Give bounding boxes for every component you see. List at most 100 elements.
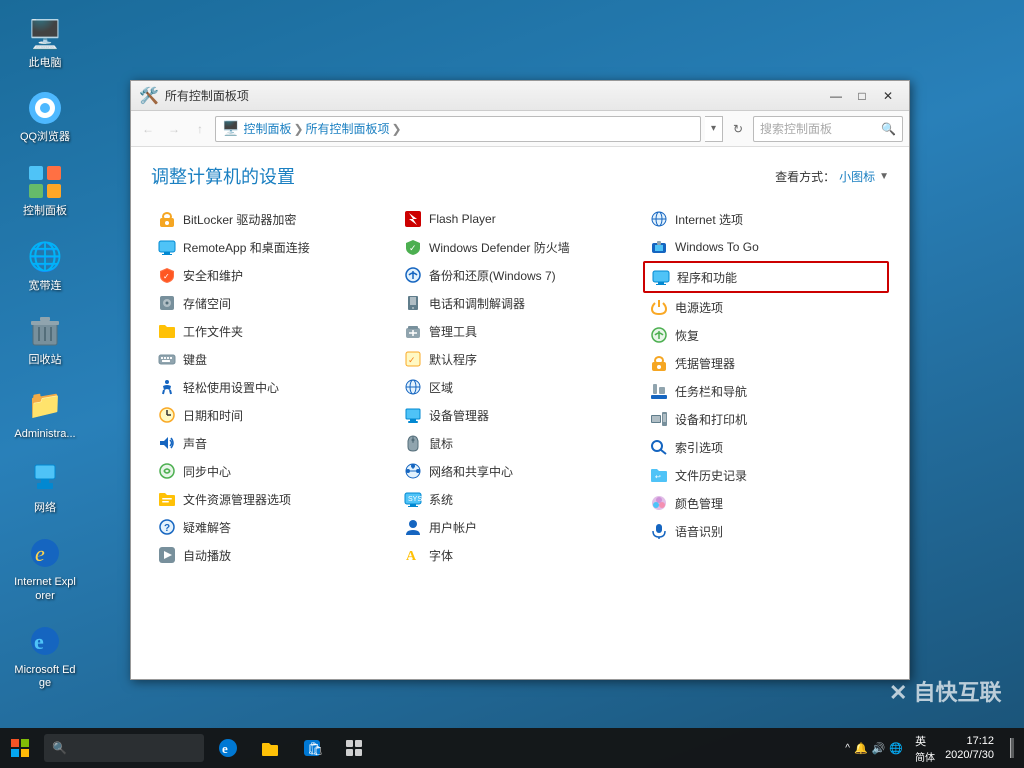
item-fileexplorer[interactable]: 文件资源管理器选项 (151, 485, 397, 513)
taskbar-explorer[interactable] (250, 728, 290, 768)
item-useraccount[interactable]: 用户帐户 (397, 513, 643, 541)
item-colormgmt[interactable]: 颜色管理 (643, 489, 889, 517)
item-sound[interactable]: 声音 (151, 429, 397, 457)
desktop-icon-ie[interactable]: e Internet Explorer (10, 529, 80, 606)
item-speech[interactable]: 语音识别 (643, 517, 889, 545)
item-backup[interactable]: 备份和还原(Windows 7) (397, 261, 643, 289)
item-flashplayer[interactable]: Flash Player (397, 205, 643, 233)
item-security[interactable]: ✓ 安全和维护 (151, 261, 397, 289)
path-all-items[interactable]: 所有控制面板项 (306, 120, 390, 137)
item-storage[interactable]: 存储空间 (151, 289, 397, 317)
control-items-grid: BitLocker 驱动器加密 RemoteApp 和桌面连接 ✓ 安全和维护 (151, 205, 889, 569)
taskbar-tray: ^ 🔔 🔊 🌐 (837, 742, 911, 755)
tray-network[interactable]: 🌐 (889, 742, 903, 755)
taskbar-time[interactable]: 17:12 2020/7/30 (939, 734, 1000, 763)
address-dropdown-button[interactable]: ▾ (705, 116, 723, 142)
item-keyboard[interactable]: 键盘 (151, 345, 397, 373)
item-programs[interactable]: 程序和功能 (643, 261, 889, 293)
search-box[interactable]: 搜索控制面板 🔍 (753, 116, 903, 142)
recycle-bin-label: 回收站 (29, 354, 62, 367)
window-title-icon: 🛠️ (139, 86, 159, 106)
item-network-share[interactable]: 网络和共享中心 (397, 457, 643, 485)
item-default[interactable]: ✓ 默认程序 (397, 345, 643, 373)
desktop-icon-qq-browser[interactable]: QQ浏览器 (10, 84, 80, 148)
desktop-icon-edge[interactable]: e Microsoft Edge (10, 617, 80, 694)
broadband-label: 宽带连 (29, 280, 62, 293)
close-button[interactable]: ✕ (875, 86, 901, 106)
item-devmgr[interactable]: 设备管理器 (397, 401, 643, 429)
item-region[interactable]: 区域 (397, 373, 643, 401)
item-synccenter[interactable]: 同步中心 (151, 457, 397, 485)
item-internet[interactable]: Internet 选项 (643, 205, 889, 233)
forward-button[interactable]: → (163, 118, 185, 140)
tray-notification[interactable]: 🔔 (854, 742, 868, 755)
phone-icon (403, 293, 423, 313)
power-label: 电源选项 (675, 299, 723, 316)
back-button[interactable]: ← (137, 118, 159, 140)
tray-chevron[interactable]: ^ (845, 743, 850, 754)
taskbar-store[interactable]: 🛍 (292, 728, 332, 768)
datetime-icon (157, 405, 177, 425)
item-remoteapp[interactable]: RemoteApp 和桌面连接 (151, 233, 397, 261)
item-easyaccess[interactable]: 轻松使用设置中心 (151, 373, 397, 401)
item-system[interactable]: SYS 系统 (397, 485, 643, 513)
item-mouse[interactable]: 鼠标 (397, 429, 643, 457)
item-windowstogo[interactable]: Windows To Go (643, 233, 889, 261)
item-windefender[interactable]: ✓ Windows Defender 防火墙 (397, 233, 643, 261)
taskbar-search[interactable]: 🔍 (44, 734, 204, 762)
windowstogo-icon (649, 237, 669, 257)
view-current[interactable]: 小图标 (839, 168, 875, 185)
address-path[interactable]: 🖥️ 控制面板 ❯ 所有控制面板项 ❯ (215, 116, 701, 142)
item-fonts[interactable]: A 字体 (397, 541, 643, 569)
item-taskbar-nav[interactable]: 任务栏和导航 (643, 377, 889, 405)
admtools-label: 管理工具 (429, 323, 477, 340)
devices-icon (649, 409, 669, 429)
synccenter-label: 同步中心 (183, 463, 231, 480)
item-indexing[interactable]: 索引选项 (643, 433, 889, 461)
desktop-icon-administrator[interactable]: 📁 Administra... (10, 381, 80, 445)
item-credential[interactable]: 凭据管理器 (643, 349, 889, 377)
window-controls: — □ ✕ (823, 86, 901, 106)
item-troubleshoot[interactable]: ? 疑难解答 (151, 513, 397, 541)
item-bitlocker[interactable]: BitLocker 驱动器加密 (151, 205, 397, 233)
taskbar-lang[interactable]: 英简体 (911, 733, 939, 764)
show-desktop-button[interactable] (1000, 728, 1024, 768)
desktop-icon-this-pc[interactable]: 🖥️ 此电脑 (10, 10, 80, 74)
item-autoplay[interactable]: 自动播放 (151, 541, 397, 569)
view-arrow-icon[interactable]: ▼ (879, 171, 889, 182)
useraccount-icon (403, 517, 423, 537)
taskbar-nav-label: 任务栏和导航 (675, 383, 747, 400)
path-control-panel[interactable]: 控制面板 (243, 120, 291, 137)
item-power[interactable]: 电源选项 (643, 293, 889, 321)
svg-text:✕ 自快互联: ✕ 自快互联 (889, 680, 1002, 705)
tray-volume[interactable]: 🔊 (872, 742, 886, 755)
default-label: 默认程序 (429, 351, 477, 368)
remoteapp-icon (157, 237, 177, 257)
start-button[interactable] (0, 728, 40, 768)
item-filehistory[interactable]: ↩ 文件历史记录 (643, 461, 889, 489)
desktop-icon-recycle-bin[interactable]: 回收站 (10, 307, 80, 371)
minimize-button[interactable]: — (823, 86, 849, 106)
desktop-icons: 🖥️ 此电脑 QQ浏览器 控制面板 (10, 10, 80, 694)
item-workfolders[interactable]: 工作文件夹 (151, 317, 397, 345)
item-admtools[interactable]: 管理工具 (397, 317, 643, 345)
item-recovery[interactable]: 恢复 (643, 321, 889, 349)
desktop-icon-network[interactable]: 网络 (10, 455, 80, 519)
system-label: 系统 (429, 491, 453, 508)
window-titlebar: 🛠️ 所有控制面板项 — □ ✕ (131, 81, 909, 111)
workfolders-icon (157, 321, 177, 341)
storage-icon (157, 293, 177, 313)
maximize-button[interactable]: □ (849, 86, 875, 106)
taskbar-edge[interactable]: e (208, 728, 248, 768)
desktop-icon-broadband[interactable]: 🌐 宽带连 (10, 233, 80, 297)
qq-browser-icon (25, 88, 65, 128)
refresh-button[interactable]: ↻ (727, 118, 749, 140)
admtools-icon (403, 321, 423, 341)
item-datetime[interactable]: 日期和时间 (151, 401, 397, 429)
item-phone[interactable]: 电话和调制解调器 (397, 289, 643, 317)
search-icon[interactable]: 🔍 (881, 122, 896, 136)
up-button[interactable]: ↑ (189, 118, 211, 140)
item-devices[interactable]: 设备和打印机 (643, 405, 889, 433)
desktop-icon-control-panel[interactable]: 控制面板 (10, 158, 80, 222)
taskbar-taskview[interactable] (334, 728, 374, 768)
